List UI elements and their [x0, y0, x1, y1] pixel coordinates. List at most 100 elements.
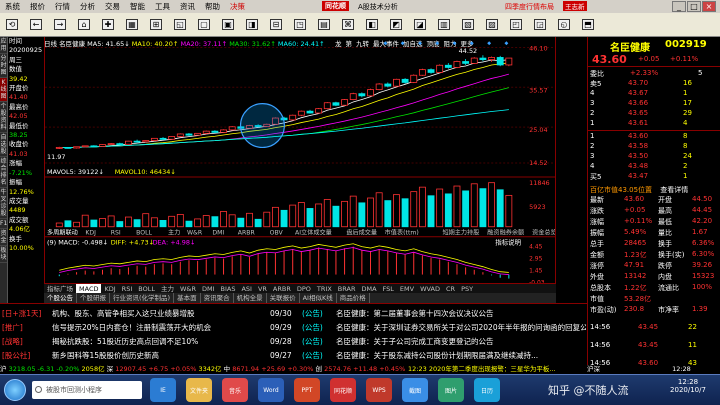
tag-position[interactable]: 百亿市值43.05位置: [590, 186, 652, 194]
ad-banner[interactable]: 四季度行情布局: [505, 2, 554, 12]
toolbar-button-3[interactable]: ⌂: [72, 14, 96, 36]
toolbar-button-24[interactable]: ⬒: [576, 14, 600, 36]
menu-system[interactable]: 系统: [0, 1, 25, 12]
news-headline[interactable]: 新乡国科等15股股价创历史新高: [52, 350, 159, 361]
info-tab[interactable]: 基本面: [174, 293, 201, 303]
side-tab[interactable]: 综合排名: [0, 157, 7, 188]
toolbar-button-16[interactable]: ◩: [384, 14, 408, 36]
toolbar-button-17[interactable]: ◪: [408, 14, 432, 36]
book-price[interactable]: 43.58: [628, 142, 648, 150]
toolbar-button-0[interactable]: ⟲: [0, 14, 24, 36]
indicator-tab[interactable]: ARBR: [270, 284, 294, 293]
book-price[interactable]: 43.67: [628, 89, 648, 97]
close-button[interactable]: ×: [702, 1, 716, 12]
menu-smart[interactable]: 智能: [125, 1, 150, 12]
toolbar-button-18[interactable]: ▥: [432, 14, 456, 36]
indicator-tab[interactable]: 主力: [158, 284, 177, 293]
indicator-tab[interactable]: CR: [443, 284, 458, 293]
book-price[interactable]: 43.66: [628, 99, 648, 107]
kline-chart[interactable]: ◆ ◆ ◆ ◆ ◆ ◆ ◆ ◆ 46.10 35.57 25.04 14.52 44.52 11.97 MA…: [44, 37, 556, 292]
side-tab[interactable]: 应用: [0, 37, 7, 54]
toolbar-button-20[interactable]: ▨: [480, 14, 504, 36]
indicator-tab[interactable]: EMV: [397, 284, 417, 293]
news-headline[interactable]: 揭秘抗跌股：51股近历史高点回调不足10%: [52, 336, 198, 347]
toolbar-button-8[interactable]: ▢: [192, 14, 216, 36]
toolbar-button-13[interactable]: ▤: [312, 14, 336, 36]
taskbar-search[interactable]: 被股市回测小程序: [32, 381, 142, 399]
toolbar-button-21[interactable]: ◰: [504, 14, 528, 36]
word-icon[interactable]: Word: [258, 378, 284, 402]
news-headline[interactable]: 信号提示20%日内套仓！注册制震荡开大的机会: [52, 322, 211, 333]
minimize-button[interactable]: _: [672, 1, 686, 12]
info-tab[interactable]: 个股公告: [44, 293, 77, 303]
toolbar-button-11[interactable]: ⊟: [264, 14, 288, 36]
side-tab[interactable]: 板块: [0, 246, 7, 263]
indicator-tab[interactable]: KDJ: [101, 284, 118, 293]
toolbar-button-23[interactable]: ◵: [552, 14, 576, 36]
user-name[interactable]: 王志新: [563, 1, 587, 11]
indicator-tab[interactable]: DMI: [199, 284, 218, 293]
info-tab[interactable]: AI相似K线: [300, 293, 337, 303]
toolbar-button-4[interactable]: ✚: [96, 14, 120, 36]
side-tab[interactable]: 自选股: [0, 133, 7, 157]
book-price[interactable]: 43.65: [628, 109, 648, 117]
menu-tools[interactable]: 工具: [150, 1, 175, 12]
announcement-title[interactable]: 名臣健康：关于子公司完成工商变更登记的公告: [336, 336, 586, 347]
folder-icon[interactable]: 文件夹: [186, 378, 212, 402]
menu-quote[interactable]: 报价: [25, 1, 50, 12]
indicator-tab[interactable]: FSL: [380, 284, 397, 293]
menu-analysis[interactable]: 分析: [75, 1, 100, 12]
menu-decision[interactable]: 决策: [225, 1, 250, 12]
indicator-tab[interactable]: BOLL: [135, 284, 158, 293]
toolbar-button-7[interactable]: ◱: [168, 14, 192, 36]
tonghuashun-icon[interactable]: 同花顺: [330, 378, 356, 402]
info-tab[interactable]: 关联报价: [267, 293, 300, 303]
news-headline[interactable]: 机构、股东、高管争相买入这只业绩暴增股: [52, 308, 195, 319]
toolbar-button-6[interactable]: ⊞: [144, 14, 168, 36]
photos-icon[interactable]: 图片: [438, 378, 464, 402]
indicator-tab[interactable]: TRIX: [314, 284, 335, 293]
indicator-tab[interactable]: DPO: [294, 284, 314, 293]
toolbar-button-14[interactable]: ⌘: [336, 14, 360, 36]
ie-icon[interactable]: IE: [150, 378, 176, 402]
wps-icon[interactable]: WPS: [366, 378, 392, 402]
menu-market[interactable]: 行情: [50, 1, 75, 12]
menu-news[interactable]: 资讯: [175, 1, 200, 12]
announcement-title[interactable]: 名臣健康：第二届董事会第十四次会议决议公告: [336, 308, 586, 319]
toolbar-button-2[interactable]: →: [48, 14, 72, 36]
system-clock[interactable]: 12:28 2020/10/7: [660, 378, 716, 394]
book-price[interactable]: 43.61: [628, 119, 648, 127]
side-tab[interactable]: 个股资料: [0, 102, 7, 133]
announcement-title[interactable]: 名臣健康：关于股东减持公司股份计划期限届满及继续减持...: [336, 350, 586, 361]
side-tab[interactable]: 资金: [0, 229, 7, 246]
indicator-tab[interactable]: ASI: [238, 284, 255, 293]
tag-details[interactable]: 查看详情: [660, 186, 688, 194]
book-price[interactable]: 43.70: [628, 79, 648, 87]
toolbar-button-1[interactable]: ←: [24, 14, 48, 36]
menu-trade[interactable]: 交易: [100, 1, 125, 12]
side-tab[interactable]: K线图: [0, 78, 7, 102]
book-price[interactable]: 43.47: [628, 172, 648, 180]
toolbar-button-9[interactable]: ▣: [216, 14, 240, 36]
indicator-tab[interactable]: 指标广场: [44, 284, 76, 293]
info-tab[interactable]: 机构全景: [234, 293, 267, 303]
maximize-button[interactable]: □: [687, 1, 701, 12]
ppt-icon[interactable]: PPT: [294, 378, 320, 402]
toolbar-button-22[interactable]: ◲: [528, 14, 552, 36]
toolbar-button-5[interactable]: ▦: [120, 14, 144, 36]
menu-help[interactable]: 帮助: [200, 1, 225, 12]
toolbar-button-12[interactable]: ◳: [288, 14, 312, 36]
calendar-icon[interactable]: 日历: [474, 378, 500, 402]
side-tab[interactable]: F10: [0, 219, 7, 229]
info-tab[interactable]: 商品价格: [337, 293, 370, 303]
book-price[interactable]: 43.60: [628, 132, 648, 140]
toolbar-button-10[interactable]: ◨: [240, 14, 264, 36]
announcement-title[interactable]: 名臣健康：关于深圳证券交易所关于对公司2020年半年报的问询函的回复公告: [336, 322, 586, 333]
indicator-tab[interactable]: RSI: [119, 284, 136, 293]
toolbar-button-19[interactable]: ▧: [456, 14, 480, 36]
book-price[interactable]: 43.48: [628, 162, 648, 170]
alert-ticker[interactable]: 12:23 2020年第二季度出现报警：三星华为平板...: [408, 365, 587, 374]
indicator-tab[interactable]: MACD: [76, 284, 102, 293]
indicator-tab[interactable]: BIAS: [218, 284, 239, 293]
indicator-tab[interactable]: BRAR: [335, 284, 359, 293]
